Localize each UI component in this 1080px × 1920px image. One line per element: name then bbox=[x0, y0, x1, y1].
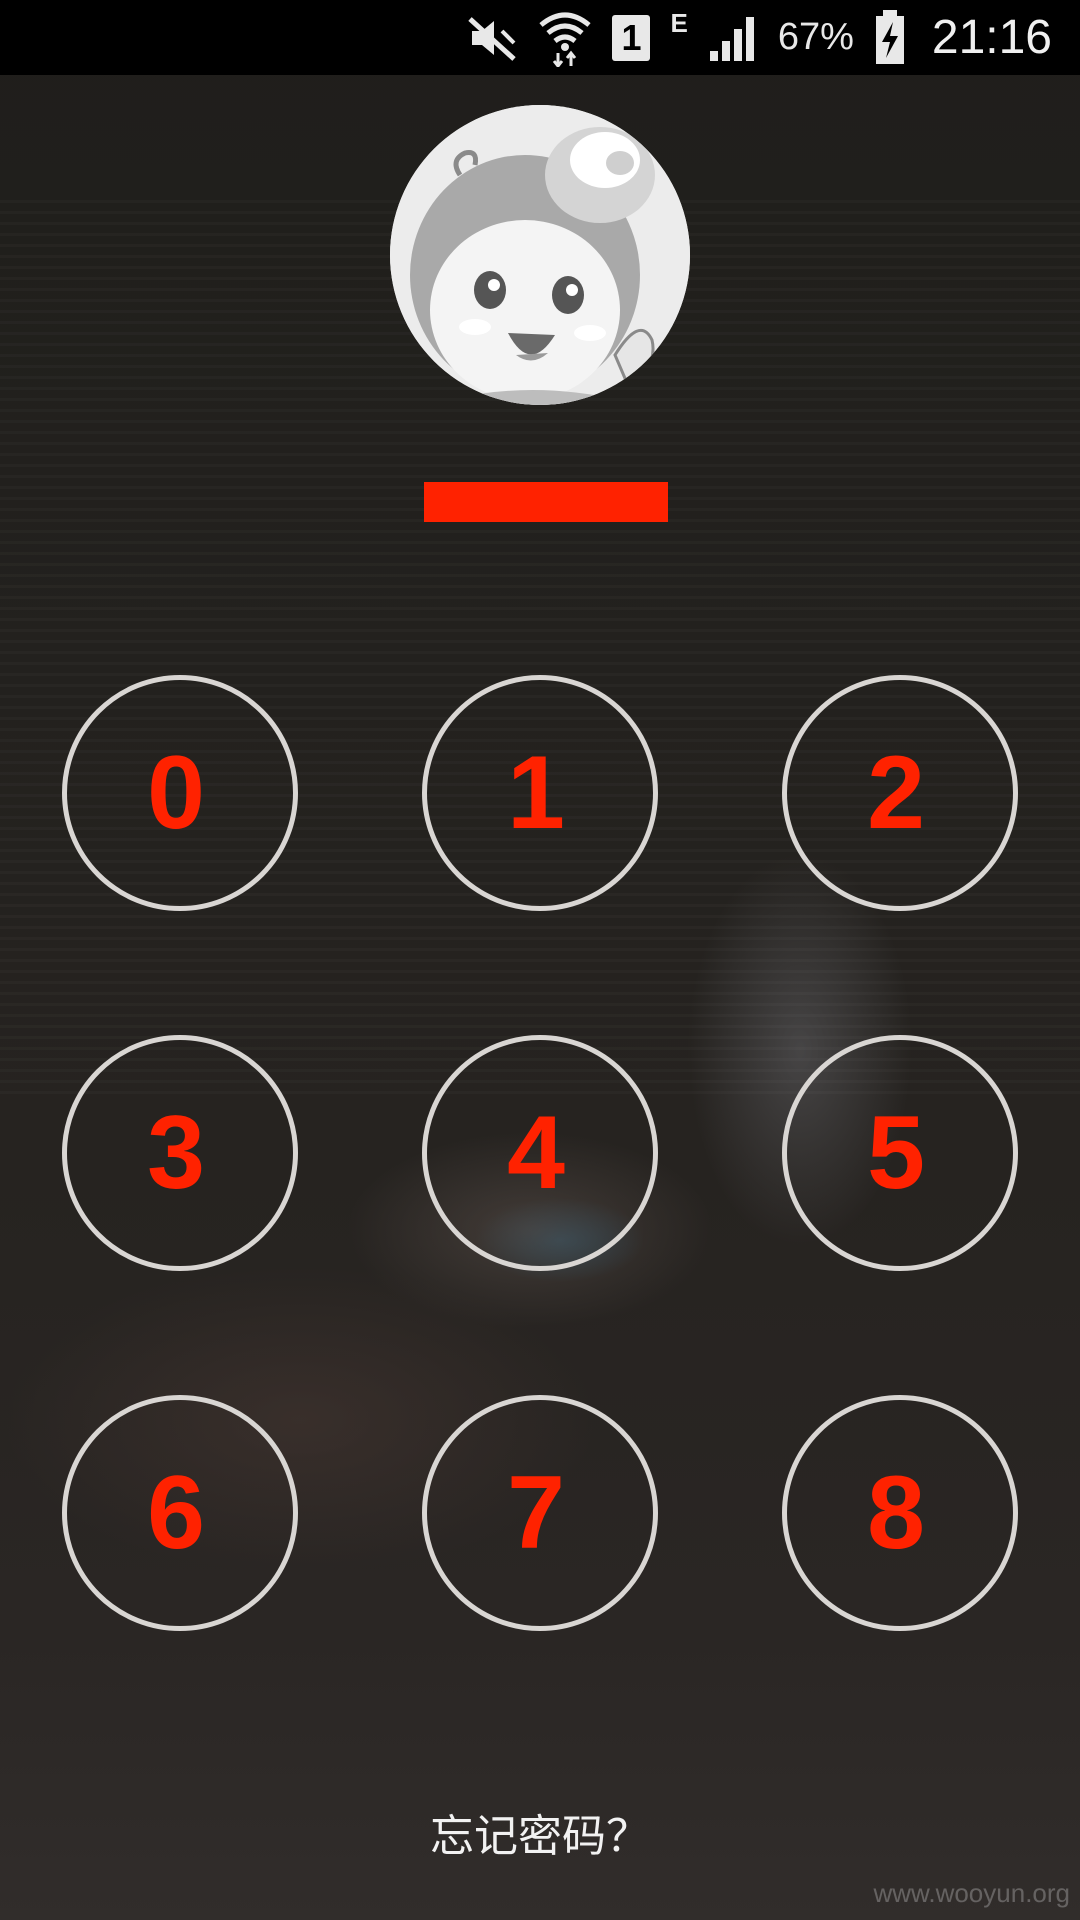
key-5-label: 5 bbox=[867, 1094, 925, 1211]
status-bar: 1 E 67% 21:16 bbox=[0, 0, 1080, 75]
key-2[interactable]: 2 bbox=[782, 675, 1018, 911]
battery-percent: 67% bbox=[777, 16, 854, 58]
avatar bbox=[390, 105, 690, 405]
key-0[interactable]: 0 bbox=[62, 675, 298, 911]
key-3-label: 3 bbox=[147, 1094, 205, 1211]
battery-charging-icon bbox=[874, 8, 906, 68]
key-0-label: 0 bbox=[147, 734, 205, 851]
key-3[interactable]: 3 bbox=[62, 1035, 298, 1271]
key-8[interactable]: 8 bbox=[782, 1395, 1018, 1631]
mute-icon bbox=[466, 8, 518, 68]
key-6[interactable]: 6 bbox=[62, 1395, 298, 1631]
key-1[interactable]: 1 bbox=[422, 675, 658, 911]
username-redacted bbox=[424, 482, 668, 522]
key-4-label: 4 bbox=[507, 1094, 565, 1211]
key-5[interactable]: 5 bbox=[782, 1035, 1018, 1271]
key-1-label: 1 bbox=[507, 734, 565, 851]
wifi-icon bbox=[538, 8, 592, 68]
key-8-label: 8 bbox=[867, 1454, 925, 1571]
clock: 21:16 bbox=[931, 11, 1052, 64]
key-4[interactable]: 4 bbox=[422, 1035, 658, 1271]
forgot-password-link[interactable]: 忘记密码？ bbox=[0, 1800, 1080, 1864]
key-7-label: 7 bbox=[507, 1454, 565, 1571]
sim-label: 1 bbox=[612, 14, 651, 61]
sim-1-icon: 1 bbox=[612, 8, 651, 68]
key-2-label: 2 bbox=[867, 734, 925, 851]
network-e-icon: E bbox=[670, 8, 688, 38]
key-6-label: 6 bbox=[147, 1454, 205, 1571]
key-7[interactable]: 7 bbox=[422, 1395, 658, 1631]
signal-icon bbox=[708, 8, 758, 68]
watermark: www.wooyun.org bbox=[873, 1878, 1070, 1908]
